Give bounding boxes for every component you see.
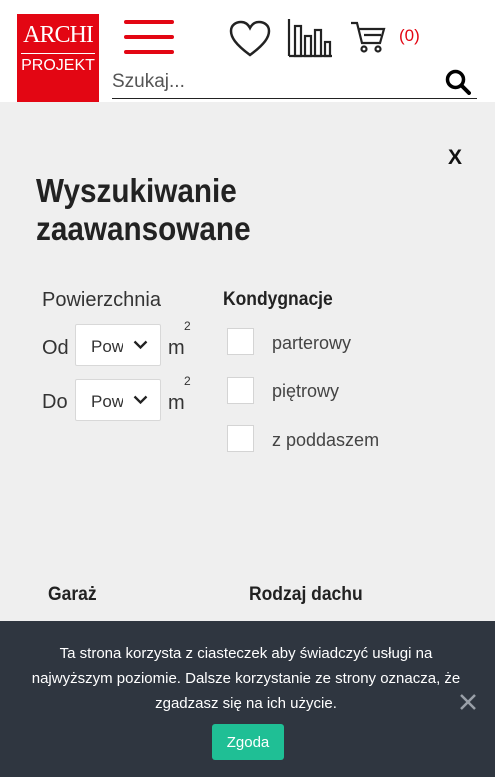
panel-title: Wyszukiwanie zaawansowane — [36, 172, 251, 247]
unit-exponent: 2 — [184, 374, 191, 388]
floors-section-label: Kondygnacje — [223, 289, 333, 310]
area-to-select[interactable]: Pow — [75, 379, 161, 421]
unit-text: m — [168, 392, 185, 414]
cookie-accept-button[interactable]: Zgoda — [212, 724, 284, 760]
logo-bottom-text: PROJEKT — [21, 57, 95, 74]
search-input[interactable] — [112, 68, 432, 96]
area-to-label: Do — [42, 391, 68, 413]
unit-text: m — [168, 337, 185, 359]
floor-option-label: parterowy — [272, 333, 352, 353]
unit-exponent: 2 — [184, 319, 191, 333]
cart-icon[interactable] — [350, 20, 386, 54]
cookie-text: Ta strona korzysta z ciasteczek aby świa… — [31, 645, 461, 712]
logo[interactable]: ARCHI PROJEKT — [17, 14, 99, 102]
close-icon[interactable] — [458, 692, 478, 712]
floor-option-label: z poddaszem — [272, 430, 380, 450]
chevron-down-icon — [133, 340, 148, 350]
area-from-value: Pow — [91, 337, 123, 356]
cart-count: (0) — [399, 26, 420, 45]
search-icon[interactable] — [445, 69, 471, 95]
heart-icon[interactable] — [229, 20, 271, 58]
logo-top-text: ARCHI — [23, 22, 94, 48]
cookie-banner: Ta strona korzysta z ciasteczek aby świa… — [0, 621, 495, 777]
floor-checkbox-1[interactable] — [227, 377, 254, 404]
roof-section-label: Rodzaj dachu — [249, 584, 363, 605]
logo-divider — [21, 53, 95, 54]
area-section-label: Powierzchnia — [42, 289, 161, 311]
area-from-label: Od — [42, 337, 69, 359]
area-to-unit: m2 — [168, 374, 191, 415]
close-panel-button[interactable]: X — [448, 146, 462, 170]
area-from-select[interactable]: Pow — [75, 324, 161, 366]
site-header: ARCHI PROJEKT (0) — [0, 0, 495, 102]
chevron-down-icon — [133, 395, 148, 405]
area-from-unit: m2 — [168, 319, 191, 360]
search-bar — [112, 66, 477, 99]
hamburger-icon[interactable] — [124, 20, 174, 56]
area-to-value: Pow — [91, 392, 123, 411]
floor-option-label: piętrowy — [272, 381, 340, 401]
floor-checkbox-0[interactable] — [227, 328, 254, 355]
garage-section-label: Garaż — [48, 584, 97, 605]
compare-icon[interactable] — [287, 18, 333, 58]
floor-checkbox-2[interactable] — [227, 425, 254, 452]
